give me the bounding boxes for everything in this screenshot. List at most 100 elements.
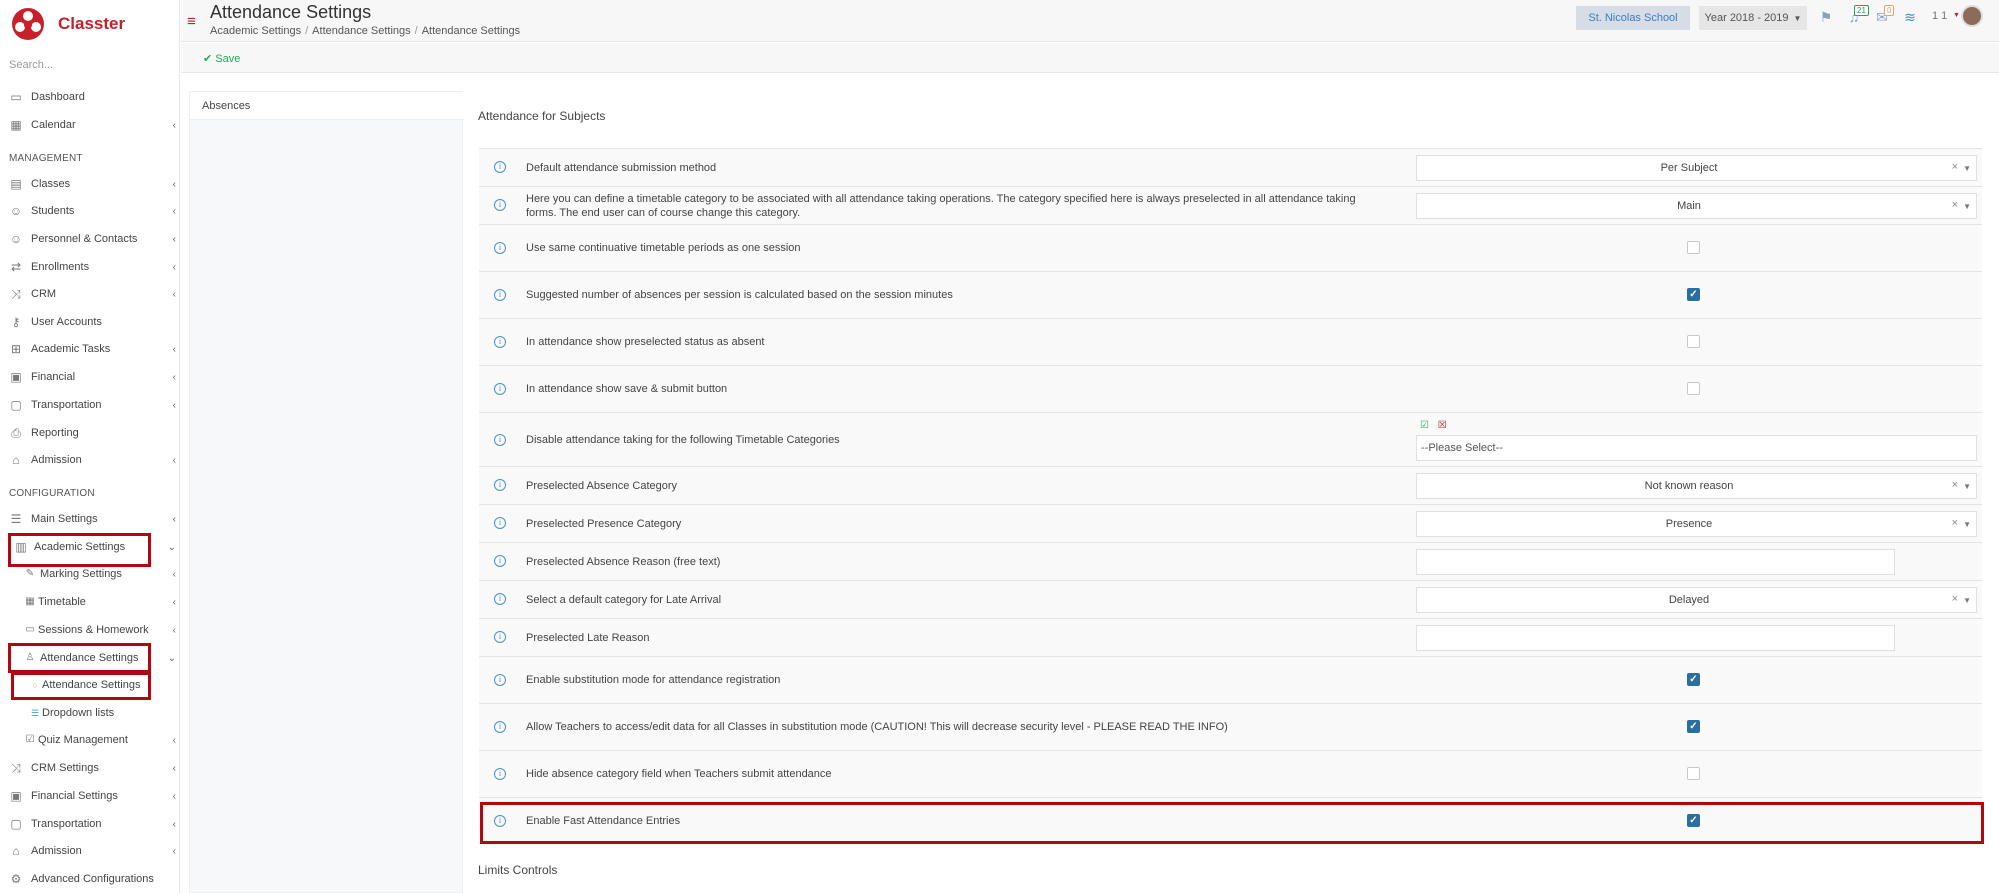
absences-per-session-checkbox[interactable]: ✓ — [1687, 288, 1700, 301]
year-selector-button[interactable]: Year 2018 - 2019 ▼ — [1699, 6, 1807, 30]
absence-reason-input[interactable] — [1416, 549, 1895, 575]
timetable-category-select[interactable]: Main × ▼ — [1416, 193, 1977, 219]
sidebar-item-classes[interactable]: ▤ Classes ‹ — [0, 173, 180, 195]
sidebar: Classter Search... ▭ Dashboard ▦ Calenda… — [0, 0, 180, 893]
preselected-absent-checkbox[interactable] — [1687, 335, 1700, 348]
info-icon[interactable]: i — [494, 161, 506, 173]
sidebar-item-admission-config[interactable]: ⌂ Admission ‹ — [0, 840, 180, 862]
sidebar-search-input[interactable]: Search... — [9, 59, 53, 71]
sidebar-item-transportation[interactable]: ▢ Transportation ‹ — [0, 394, 180, 416]
teachers-access-checkbox[interactable]: ✓ — [1687, 720, 1700, 733]
info-icon[interactable]: i — [494, 336, 506, 348]
hide-absence-category-checkbox[interactable] — [1687, 767, 1700, 780]
sidebar-item-main-settings[interactable]: ☰ Main Settings ‹ — [0, 508, 180, 530]
sidebar-item-financial-settings[interactable]: ▣ Financial Settings ‹ — [0, 785, 180, 807]
presence-category-select[interactable]: Presence × ▼ — [1416, 511, 1977, 537]
info-icon[interactable]: i — [494, 434, 506, 446]
setting-row-default-submission-method: i Default attendance submission method P… — [479, 148, 1982, 186]
setting-label: Hide absence category field when Teacher… — [526, 768, 832, 780]
late-arrival-category-select[interactable]: Delayed × ▼ — [1416, 587, 1977, 613]
sidebar-item-label: Admission — [31, 454, 82, 466]
menu-toggle-icon[interactable]: ≡ — [187, 13, 196, 30]
gears-icon: ⚙ — [10, 872, 22, 886]
sidebar-item-personnel[interactable]: ☺ Personnel & Contacts ‹ — [0, 228, 180, 250]
sidebar-item-transportation-config[interactable]: ▢ Transportation ‹ — [0, 813, 180, 835]
user-number[interactable]: 1 1 — [1932, 10, 1947, 22]
sidebar-item-dashboard[interactable]: ▭ Dashboard — [0, 86, 180, 108]
clear-icon[interactable]: × — [1952, 479, 1958, 491]
save-submit-button-checkbox[interactable] — [1687, 382, 1700, 395]
breadcrumb-item[interactable]: Academic Settings — [210, 25, 301, 37]
info-icon[interactable]: i — [494, 674, 506, 686]
sidebar-item-label: Students — [31, 205, 75, 217]
setting-label: Allow Teachers to access/edit data for a… — [526, 721, 1228, 733]
checkbox-icon: ☑ — [25, 734, 35, 745]
continuative-periods-checkbox[interactable] — [1687, 241, 1700, 254]
submission-method-select[interactable]: Per Subject × ▼ — [1416, 155, 1977, 181]
clear-icon[interactable]: × — [1952, 517, 1958, 529]
sidebar-item-label: Transportation — [31, 818, 102, 830]
sidebar-item-sessions-homework[interactable]: ▭ Sessions & Homework ‹ — [0, 619, 180, 641]
setting-label: Preselected Absence Category — [526, 480, 678, 492]
bus-icon: ▢ — [10, 398, 22, 412]
absence-category-select[interactable]: Not known reason × ▼ — [1416, 473, 1977, 499]
info-icon[interactable]: i — [494, 479, 506, 491]
sidebar-item-crm-settings[interactable]: ⤨ CRM Settings ‹ — [0, 757, 180, 779]
info-icon[interactable]: i — [494, 242, 506, 254]
sidebar-item-calendar[interactable]: ▦ Calendar ‹ — [0, 114, 180, 136]
breadcrumb-item[interactable]: Attendance Settings — [312, 25, 410, 37]
sidebar-item-students[interactable]: ☺ Students ‹ — [0, 200, 180, 222]
chevron-left-icon: ‹ — [172, 734, 176, 746]
info-icon[interactable]: i — [494, 517, 506, 529]
sidebar-item-user-accounts[interactable]: ⚷ User Accounts — [0, 311, 180, 333]
flag-icon[interactable]: ⚑ — [1817, 9, 1835, 27]
sidebar-item-quiz-management[interactable]: ☑ Quiz Management ‹ — [0, 729, 180, 751]
highlight-academic-settings — [8, 533, 151, 567]
school-selector-button[interactable]: St. Nicolas School — [1576, 6, 1690, 30]
sidebar-item-enrollments[interactable]: ⇄ Enrollments ‹ — [0, 256, 180, 278]
save-button[interactable]: ✔ Save — [203, 52, 240, 65]
clear-icon[interactable]: × — [1952, 199, 1958, 211]
setting-row-late-reason: i Preselected Late Reason — [479, 618, 1982, 656]
sidebar-item-reporting[interactable]: ⎙ Reporting — [0, 422, 180, 444]
setting-row-absence-category: i Preselected Absence Category Not known… — [479, 466, 1982, 504]
info-icon[interactable]: i — [494, 768, 506, 780]
select-all-icon[interactable]: ☑ — [1420, 420, 1429, 431]
calendar-icon: ▦ — [10, 118, 22, 132]
laptop-icon: ▭ — [10, 90, 22, 104]
tab-absences[interactable]: Absences — [190, 92, 464, 120]
late-reason-input[interactable] — [1416, 625, 1895, 651]
setting-label: Preselected Presence Category — [526, 518, 682, 530]
deselect-all-icon[interactable]: ☒ — [1438, 420, 1447, 431]
timetable-categories-multiselect[interactable]: --Please Select-- — [1416, 435, 1977, 461]
info-icon[interactable]: i — [494, 199, 506, 211]
caret-down-icon: ▼ — [1793, 13, 1802, 23]
avatar[interactable] — [1961, 5, 1983, 27]
info-icon[interactable]: i — [494, 383, 506, 395]
sidebar-item-label: Classes — [31, 178, 71, 190]
sidebar-item-dropdown-lists[interactable]: ☰ Dropdown lists — [0, 702, 180, 724]
info-icon[interactable]: i — [494, 555, 506, 567]
caret-down-icon[interactable]: ▼ — [1953, 12, 1960, 19]
layers-icon[interactable]: ≋ — [1901, 9, 1919, 27]
chevron-left-icon: ‹ — [172, 371, 176, 383]
info-icon[interactable]: i — [494, 631, 506, 643]
clear-icon[interactable]: × — [1952, 593, 1958, 605]
select-value: Delayed — [1668, 594, 1710, 606]
chevron-left-icon: ‹ — [172, 790, 176, 802]
info-icon[interactable]: i — [494, 593, 506, 605]
setting-label: Here you can define a timetable category… — [526, 193, 1356, 219]
app-logo[interactable]: Classter — [11, 6, 125, 42]
clear-icon[interactable]: × — [1952, 161, 1958, 173]
sidebar-item-crm[interactable]: ⤨ CRM ‹ — [0, 283, 180, 305]
sidebar-item-financial[interactable]: ▣ Financial ‹ — [0, 366, 180, 388]
sidebar-item-advanced-configurations[interactable]: ⚙ Advanced Configurations — [0, 868, 180, 890]
setting-row-hide-absence-category: i Hide absence category field when Teach… — [479, 750, 1982, 797]
info-icon[interactable]: i — [494, 289, 506, 301]
sidebar-item-admission[interactable]: ⌂ Admission ‹ — [0, 449, 180, 471]
sidebar-item-academic-tasks[interactable]: ⊞ Academic Tasks ‹ — [0, 338, 180, 360]
setting-row-presence-category: i Preselected Presence Category Presence… — [479, 504, 1982, 542]
info-icon[interactable]: i — [494, 721, 506, 733]
substitution-mode-checkbox[interactable]: ✓ — [1687, 673, 1700, 686]
sidebar-item-timetable[interactable]: ▦ Timetable ‹ — [0, 591, 180, 613]
